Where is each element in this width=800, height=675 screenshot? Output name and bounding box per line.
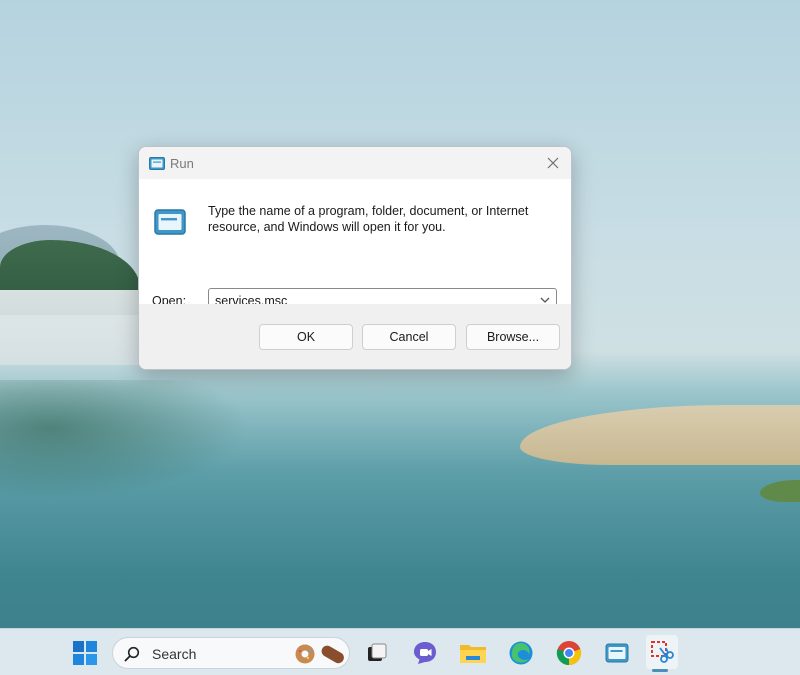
search-placeholder: Search <box>152 646 197 662</box>
dialog-titlebar[interactable]: Run <box>139 147 571 179</box>
cancel-button[interactable]: Cancel <box>362 324 456 350</box>
chrome-icon <box>556 641 582 666</box>
chrome-button[interactable] <box>554 638 584 668</box>
ok-button[interactable]: OK <box>259 324 353 350</box>
search-highlight-icon <box>291 643 347 665</box>
start-button[interactable] <box>70 638 100 668</box>
snipping-tool-icon <box>651 641 674 663</box>
file-explorer-icon <box>460 645 486 663</box>
active-app-indicator <box>652 669 668 672</box>
dialog-description: Type the name of a program, folder, docu… <box>208 204 529 234</box>
dialog-title: Run <box>170 156 194 171</box>
file-explorer-button[interactable] <box>458 638 488 668</box>
wallpaper-green-island <box>760 480 800 502</box>
start-icon <box>73 641 97 665</box>
wallpaper-reflection <box>0 380 250 500</box>
search-input[interactable]: Search <box>112 637 350 669</box>
teams-chat-icon <box>414 642 436 664</box>
snipping-tool-button[interactable] <box>646 635 678 669</box>
wallpaper-grass-island <box>520 405 800 465</box>
close-button[interactable] <box>541 151 565 175</box>
task-view-button[interactable] <box>362 638 392 668</box>
run-dialog: Run Type the name of a program, folder, … <box>138 146 572 370</box>
dialog-footer: OK Cancel Browse... <box>139 304 571 369</box>
task-view-icon <box>368 643 387 661</box>
wallpaper-fog <box>0 290 150 365</box>
run-program-icon <box>154 209 186 235</box>
run-taskbar-button[interactable] <box>602 638 632 668</box>
teams-chat-button[interactable] <box>410 638 440 668</box>
dialog-body: Type the name of a program, folder, docu… <box>139 179 571 313</box>
run-icon <box>605 643 629 663</box>
taskbar: Search <box>0 628 800 675</box>
browse-button[interactable]: Browse... <box>466 324 560 350</box>
close-icon <box>547 157 559 169</box>
run-icon <box>149 157 165 170</box>
edge-button[interactable] <box>506 638 536 668</box>
search-icon <box>124 646 140 662</box>
edge-icon <box>509 641 533 665</box>
